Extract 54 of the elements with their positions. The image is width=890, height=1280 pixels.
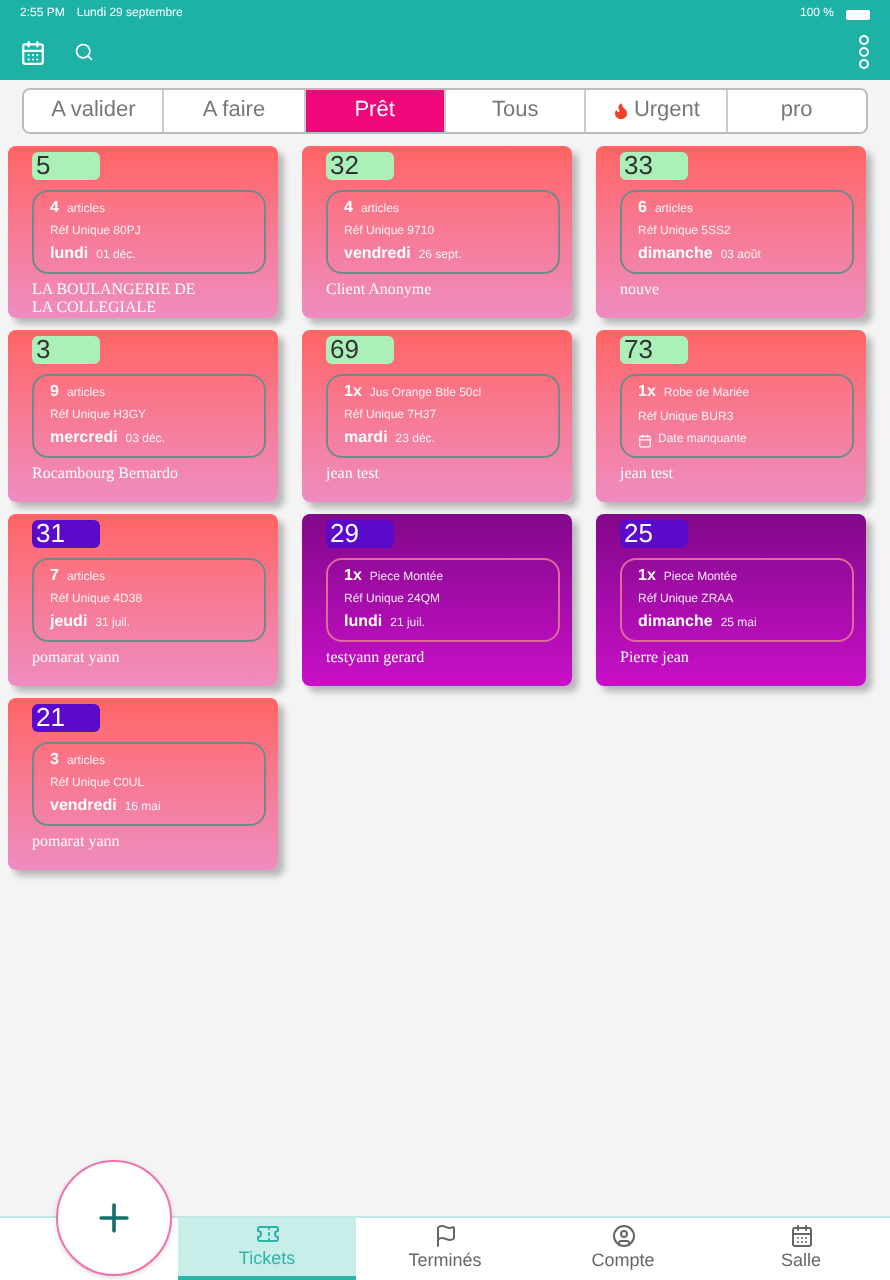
search-icon[interactable] — [74, 42, 94, 62]
ticket-number: 29 — [326, 520, 394, 548]
quantity: 1x — [344, 380, 362, 404]
ticket-number: 5 — [32, 152, 100, 180]
ticket-number: 21 — [32, 704, 100, 732]
calendar-icon — [789, 1223, 813, 1248]
weekday: vendredi — [344, 242, 411, 266]
client-name: pomarat yann — [32, 648, 122, 666]
quantity: 4 — [344, 196, 353, 220]
weekday: dimanche — [638, 242, 713, 266]
ticket-number: 33 — [620, 152, 688, 180]
client-name: Rocambourg Bernardo — [32, 464, 180, 482]
weekday: mardi — [344, 426, 388, 450]
ticket-number: 31 — [32, 520, 100, 548]
weekday: lundi — [344, 610, 383, 634]
quantity: 1x — [638, 380, 656, 404]
weekday: dimanche — [638, 610, 713, 634]
ticket-number: 69 — [326, 336, 394, 364]
quantity: 3 — [50, 748, 59, 772]
add-button[interactable] — [56, 1160, 172, 1276]
client-name: testyann gerard — [326, 648, 427, 666]
calendar-icon — [638, 433, 652, 447]
weekday: lundi — [50, 242, 89, 266]
client-name: Client Anonyme — [326, 280, 434, 298]
ticket-icon — [255, 1221, 279, 1246]
filter-tab[interactable]: Prêt — [303, 90, 444, 132]
weekday: vendredi — [50, 794, 117, 818]
client-name: jean test — [326, 464, 381, 482]
client-name: Pierre jean — [620, 648, 691, 666]
weekday: jeudi — [50, 610, 88, 634]
ticket-number: 25 — [620, 520, 688, 548]
quantity: 4 — [50, 196, 59, 220]
client-name: LA BOULANGERIE DE LA COLLEGIALE — [32, 280, 198, 316]
battery-icon — [846, 10, 870, 20]
quantity: 1x — [344, 564, 362, 588]
flag-icon — [433, 1223, 457, 1248]
ticket-number: 73 — [620, 336, 688, 364]
weekday: mercredi — [50, 426, 118, 450]
ticket-number: 32 — [326, 152, 394, 180]
bottom-tab[interactable]: Terminés — [356, 1218, 534, 1280]
filter-tab[interactable]: pro — [725, 90, 866, 132]
ticket-number: 3 — [32, 336, 100, 364]
more-icon[interactable] — [858, 34, 870, 70]
quantity: 9 — [50, 380, 59, 404]
quantity: 1x — [638, 564, 656, 588]
bottom-tab[interactable]: Compte — [534, 1218, 712, 1280]
quantity: 7 — [50, 564, 59, 588]
user-icon — [611, 1223, 635, 1248]
client-name: pomarat yann — [32, 832, 122, 850]
quantity: 6 — [638, 196, 647, 220]
client-name: jean test — [620, 464, 675, 482]
bottom-tab[interactable]: Salle — [712, 1218, 890, 1280]
calendar-icon[interactable] — [20, 39, 46, 65]
client-name: nouve — [620, 280, 662, 298]
